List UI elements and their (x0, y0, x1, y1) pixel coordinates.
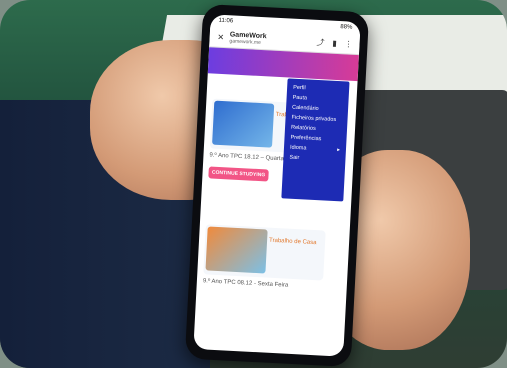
close-icon[interactable]: ✕ (215, 32, 226, 43)
assignment-card[interactable]: Trabalho de Casa (203, 224, 326, 281)
bookmark-icon[interactable]: ▮ (329, 38, 340, 49)
photo-frame: 11:06 88% ✕ GameWork gamework.me ⤴ ▮ ⋮ T… (0, 0, 507, 368)
chevron-right-icon: ▸ (337, 147, 341, 154)
phone-screen: 11:06 88% ✕ GameWork gamework.me ⤴ ▮ ⋮ T… (193, 14, 361, 357)
browser-title-block: GameWork gamework.me (229, 31, 266, 46)
status-time: 11:06 (218, 17, 234, 25)
school-image (212, 100, 275, 148)
menu-item-logout[interactable]: Sair (283, 152, 345, 165)
browser-url: gamework.me (229, 37, 262, 46)
more-icon[interactable]: ⋮ (343, 38, 354, 49)
status-battery: 88% (340, 24, 353, 31)
share-icon[interactable]: ⤴ (315, 37, 326, 48)
smartphone: 11:06 88% ✕ GameWork gamework.me ⤴ ▮ ⋮ T… (184, 3, 370, 368)
card-caption: 9.º Ano TPC 08.12 - Sexta Feira (202, 278, 289, 289)
continue-studying-button[interactable]: CONTINUE STUDYING (208, 166, 269, 182)
school-image (205, 226, 268, 274)
card-title: Trabalho de Casa (268, 237, 317, 247)
user-dropdown-menu: Perfil Pauta Calendário Ficheiros privad… (281, 78, 350, 202)
